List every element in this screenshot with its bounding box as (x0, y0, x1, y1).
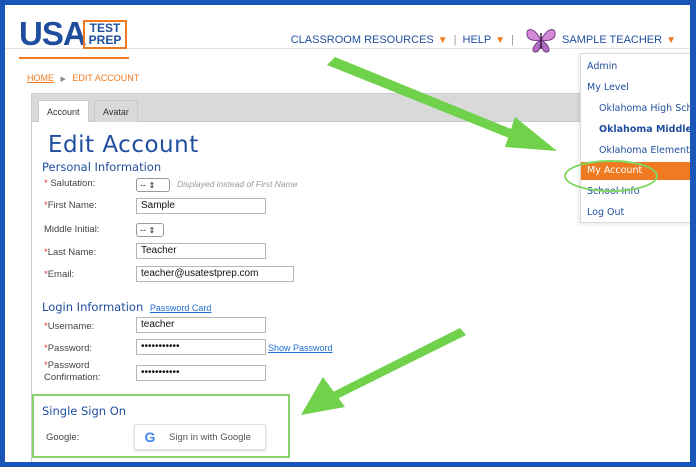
nav-classroom-resources[interactable]: CLASSROOM RESOURCES ▼ (291, 34, 448, 46)
sign-in-with-google-button[interactable]: G Sign in with Google (134, 424, 266, 450)
breadcrumb-current: EDIT ACCOUNT (72, 73, 140, 83)
personal-info-title: Personal Information (42, 160, 162, 174)
tab-avatar[interactable]: Avatar (94, 100, 138, 122)
menu-item-admin[interactable]: Admin (587, 58, 617, 76)
chevron-right-icon: ▶ (60, 76, 66, 83)
email-field[interactable]: teacher@usatestprep.com (136, 266, 294, 282)
salutation-hint: Displayed instead of First Name (177, 179, 298, 189)
show-password-link[interactable]: Show Password (268, 343, 333, 353)
screenshot-frame: USA TEST PREP CLASSROOM RESOURCES ▼ | HE… (0, 0, 696, 467)
salutation-label: * Salutation: (44, 178, 96, 189)
middle-initial-select[interactable]: -- ⇕ (136, 223, 164, 237)
tab-account[interactable]: Account (38, 100, 89, 122)
logo-usa: USA (19, 15, 87, 52)
nav-help[interactable]: HELP ▼ (463, 34, 506, 46)
caret-down-icon: ▼ (666, 34, 676, 46)
menu-item-oklahoma-high-school[interactable]: Oklahoma High School (599, 100, 690, 118)
google-g-icon: G (144, 429, 156, 445)
login-info-title: Login Information Password Card (42, 300, 212, 314)
top-navigation: CLASSROOM RESOURCES ▼ | HELP ▼ | SAMPLE … (291, 25, 676, 55)
nav-user-label: SAMPLE TEACHER (562, 34, 663, 46)
password-confirmation-label: *Password Confirmation: (44, 360, 101, 383)
caret-down-icon: ▼ (495, 34, 506, 46)
menu-item-log-out[interactable]: Log Out (587, 204, 624, 222)
header-orange-rule (19, 57, 129, 59)
my-account-highlight-oval (564, 160, 658, 192)
user-dropdown-menu: Admin My Level Oklahoma High School Okla… (580, 53, 690, 223)
logo-testprep-box: TEST PREP (83, 20, 127, 49)
menu-item-oklahoma-elementary[interactable]: Oklahoma Elementary (599, 142, 690, 160)
username-label: *Username: (44, 321, 95, 332)
butterfly-icon (526, 29, 556, 53)
nav-classroom-resources-label: CLASSROOM RESOURCES (290, 34, 434, 46)
username-field[interactable]: teacher (136, 317, 266, 333)
middle-initial-label: Middle Initial: (44, 224, 100, 235)
app-header: USA TEST PREP CLASSROOM RESOURCES ▼ | HE… (5, 5, 690, 53)
nav-user-menu[interactable]: SAMPLE TEACHER ▼ (562, 34, 676, 46)
nav-help-label: HELP (462, 34, 492, 46)
menu-item-my-level[interactable]: My Level (587, 79, 629, 97)
breadcrumb-home-link[interactable]: HOME (27, 73, 54, 83)
menu-item-oklahoma-middle-school[interactable]: Oklahoma Middle School (599, 121, 690, 139)
usatestprep-logo[interactable]: USA TEST PREP (19, 15, 129, 57)
password-field[interactable]: ••••••••••• (136, 339, 266, 355)
last-name-field[interactable]: Teacher (136, 243, 266, 259)
email-label: *Email: (44, 269, 75, 280)
page-title: Edit Account (48, 132, 199, 158)
logo-prep: PREP (88, 33, 122, 47)
google-label: Google: (46, 432, 80, 443)
password-confirmation-field[interactable]: ••••••••••• (136, 365, 266, 381)
nav-separator: | (453, 34, 457, 46)
password-card-link[interactable]: Password Card (150, 303, 212, 313)
first-name-label: *First Name: (44, 200, 97, 211)
salutation-select[interactable]: -- ⇕ (136, 178, 170, 192)
google-button-label: Sign in with Google (169, 431, 251, 443)
last-name-label: *Last Name: (44, 247, 97, 258)
nav-separator: | (511, 34, 515, 46)
breadcrumb: HOME ▶ EDIT ACCOUNT (27, 73, 139, 83)
first-name-field[interactable]: Sample (136, 198, 266, 214)
single-sign-on-title: Single Sign On (42, 404, 127, 418)
password-label: *Password: (44, 343, 93, 354)
caret-down-icon: ▼ (437, 34, 448, 46)
